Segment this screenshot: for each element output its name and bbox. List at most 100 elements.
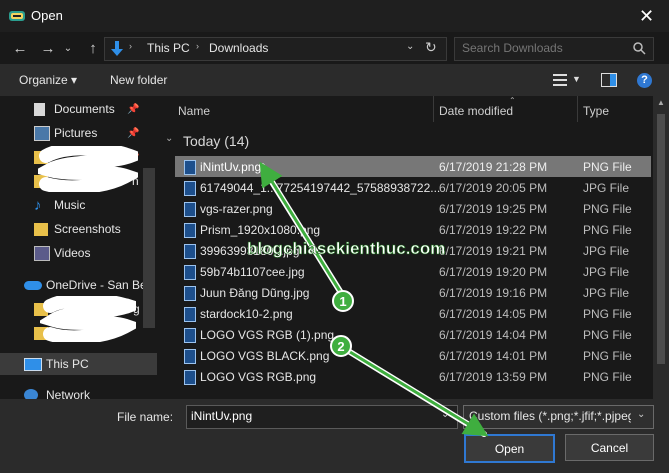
file-name: 39963993180...jpg — [200, 244, 300, 258]
image-file-icon — [184, 244, 196, 259]
vertical-scrollbar[interactable]: ▲ — [653, 96, 669, 399]
file-type: PNG File — [583, 307, 632, 321]
file-row[interactable]: 39963993180...jpg 6/17/2019 19:21 PM JPG… — [175, 240, 651, 261]
file-row[interactable]: 59b74b1107cee.jpg 6/17/2019 19:20 PM JPG… — [175, 261, 651, 282]
organize-button[interactable]: Organize ▾ — [19, 73, 77, 87]
file-row[interactable]: Juun Đăng Dũng.jpg 6/17/2019 19:16 PM JP… — [175, 282, 651, 303]
filename-combobox[interactable]: ⌄ — [186, 405, 458, 429]
help-icon[interactable]: ? — [637, 73, 652, 88]
image-file-icon — [184, 349, 196, 364]
scrollbar-thumb[interactable] — [657, 114, 665, 364]
file-row[interactable]: stardock10-2.png 6/17/2019 14:05 PM PNG … — [175, 303, 651, 324]
up-button[interactable]: ↑ — [83, 38, 103, 58]
file-name: stardock10-2.png — [200, 307, 293, 321]
file-type: PNG File — [583, 223, 632, 237]
back-button[interactable]: ← — [10, 38, 30, 58]
preview-pane-icon[interactable] — [601, 73, 617, 87]
open-button[interactable]: Open — [464, 434, 555, 463]
close-button[interactable]: ✕ — [624, 0, 669, 32]
file-row[interactable]: Prism_1920x1080.png 6/17/2019 19:22 PM P… — [175, 219, 651, 240]
group-header[interactable]: Today (14) — [183, 133, 249, 149]
sidebar-item-network[interactable]: Network — [0, 384, 157, 399]
file-row[interactable]: 61749044_1...7725419744​2_57588938722...… — [175, 177, 651, 198]
file-date: 6/17/2019 14:01 PM — [439, 349, 548, 363]
file-date: 6/17/2019 14:05 PM — [439, 307, 548, 321]
sidebar-scrollbar[interactable] — [143, 168, 155, 328]
sidebar-item-music[interactable]: ♪ Music — [0, 194, 157, 216]
file-name: 59b74b1107cee.jpg — [200, 265, 305, 279]
sidebar-item-this-pc[interactable]: This PC — [0, 353, 157, 375]
videos-icon — [34, 245, 50, 261]
file-row[interactable]: iNintUv.png 6/17/2019 21:28 PM PNG File — [175, 156, 651, 177]
sidebar-item-pictures[interactable]: Pictures 📌 — [0, 122, 157, 144]
title-bar — [0, 0, 669, 32]
search-box[interactable] — [454, 37, 654, 61]
file-date: 6/17/2019 21:28 PM — [439, 160, 548, 174]
column-divider — [577, 96, 578, 122]
file-name: iNintUv.png — [200, 160, 262, 174]
file-type: JPG File — [583, 181, 630, 195]
file-date: 6/17/2019 19:16 PM — [439, 286, 548, 300]
sidebar-item-label: Music — [54, 198, 86, 212]
collapse-group-icon[interactable]: ⌄ — [165, 133, 173, 144]
file-name: LOGO VGS RGB (1).png — [200, 328, 335, 342]
arrow-left-icon: ← — [12, 39, 28, 57]
file-row[interactable]: LOGO VGS BLACK.png 6/17/2019 14:01 PM PN… — [175, 345, 651, 366]
image-file-icon — [184, 328, 196, 343]
file-row[interactable]: LOGO VGS RGB.png 6/17/2019 13:59 PM PNG … — [175, 366, 651, 387]
sidebar-item-label: Screenshots — [54, 222, 121, 236]
file-date: 6/17/2019 20:05 PM — [439, 181, 548, 195]
forward-button[interactable]: → — [38, 38, 58, 58]
column-type[interactable]: Type — [583, 104, 609, 118]
recent-locations-button[interactable]: ⌄ — [61, 38, 75, 58]
image-file-icon — [184, 160, 196, 175]
sidebar-item-label: Documents — [54, 102, 115, 116]
file-name: Juun Đăng Dũng.jpg — [200, 286, 310, 300]
filename-input[interactable] — [191, 409, 431, 423]
sidebar-item-videos[interactable]: Videos — [0, 242, 157, 264]
file-type: PNG File — [583, 370, 632, 384]
column-name[interactable]: Name — [178, 104, 210, 118]
downloads-icon — [111, 41, 123, 56]
sort-chevron-icon: ⌃ — [509, 96, 516, 105]
chevron-down-icon[interactable]: ⌄ — [406, 41, 414, 52]
sidebar-item-onedrive[interactable]: OneDrive - San Be — [0, 274, 157, 296]
cancel-button[interactable]: Cancel — [565, 434, 654, 461]
breadcrumb-downloads[interactable]: Downloads — [209, 41, 268, 55]
sidebar-item-label: Pictures — [54, 126, 98, 140]
image-file-icon — [184, 202, 196, 217]
file-row[interactable]: vgs-razer.png 6/17/2019 19:25 PM PNG Fil… — [175, 198, 651, 219]
chevron-down-icon[interactable]: ⌄ — [441, 409, 449, 420]
file-name: LOGO VGS RGB.png — [200, 370, 317, 384]
network-icon — [24, 389, 38, 399]
image-file-icon — [184, 265, 196, 280]
sidebar-item-label: Videos — [54, 246, 91, 260]
redaction-mark — [40, 296, 136, 342]
folder-icon — [34, 222, 48, 236]
sidebar-item-documents[interactable]: Documents 📌 — [0, 98, 157, 120]
column-date-modified[interactable]: Date modified — [439, 104, 513, 118]
file-list: Name Date modified ⌃ Type ⌄ Today (14) i… — [157, 96, 653, 399]
address-bar[interactable]: › This PC › Downloads ⌄ ↻ — [104, 37, 447, 61]
file-name: LOGO VGS BLACK.png — [200, 349, 330, 363]
view-options-icon[interactable] — [553, 74, 567, 86]
refresh-icon[interactable]: ↻ — [425, 39, 437, 56]
sidebar-item-screenshots[interactable]: Screenshots — [0, 218, 157, 240]
new-folder-button[interactable]: New folder — [110, 73, 167, 87]
chevron-down-icon[interactable]: ▼ — [572, 74, 581, 84]
arrow-right-icon: → — [40, 39, 56, 57]
file-name: 61749044_1...7725419744​2_57588938722... — [200, 181, 441, 195]
column-divider — [433, 96, 434, 122]
redaction-mark — [38, 146, 138, 192]
file-type-select[interactable]: Custom files (*.png;*.jfif;*.pjpeg ⌄ — [463, 405, 654, 429]
breadcrumb-this-pc[interactable]: This PC — [147, 41, 190, 55]
chevron-right-icon: › — [196, 41, 199, 51]
search-input[interactable] — [462, 41, 622, 55]
search-icon — [633, 42, 646, 55]
sidebar-item-label: OneDrive - San Be — [46, 278, 147, 292]
file-date: 6/17/2019 19:20 PM — [439, 265, 548, 279]
scroll-up-icon[interactable]: ▲ — [657, 98, 665, 107]
file-row[interactable]: LOGO VGS RGB (1).png 6/17/2019 14:04 PM … — [175, 324, 651, 345]
file-type-value: Custom files (*.png;*.jfif;*.pjpeg — [469, 409, 631, 423]
pictures-icon — [34, 125, 50, 141]
